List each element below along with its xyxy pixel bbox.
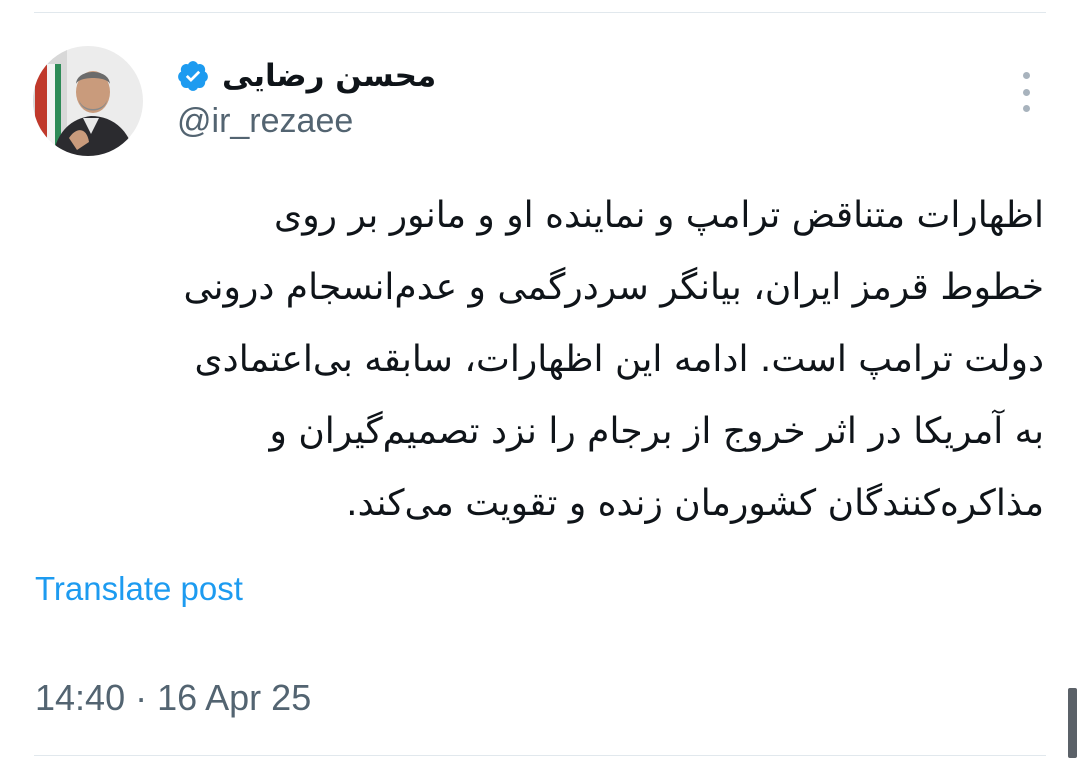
post-timestamp[interactable]: 14:40 · 16 Apr 25 (35, 677, 311, 719)
avatar[interactable] (33, 46, 143, 156)
timestamp-separator: · (125, 677, 158, 718)
post-text-line: به آمریکا در اثر خروج از برجام را نزد تص… (269, 411, 1044, 452)
author-name-row: محسن رضایی (176, 54, 436, 98)
more-options-icon[interactable] (1014, 72, 1038, 112)
translate-post-link[interactable]: Translate post (35, 570, 243, 608)
verified-badge-icon (176, 59, 210, 93)
author-display-name[interactable]: محسن رضایی (222, 58, 436, 94)
post-text-line: مذاکره‌کنندگان کشورمان زنده و تقویت می‌ک… (346, 483, 1044, 524)
post-date[interactable]: 16 Apr 25 (157, 677, 311, 719)
post-text-line: اظهارات متناقض ترامپ و نماینده او و مانو… (274, 195, 1044, 236)
bottom-divider (34, 755, 1046, 756)
scrollbar-thumb[interactable] (1068, 688, 1077, 758)
top-divider (34, 12, 1046, 13)
post-time[interactable]: 14:40 (35, 677, 125, 719)
post-text: اظهارات متناقض ترامپ و نماینده او و مانو… (40, 180, 1044, 540)
post-text-line: خطوط قرمز ایران، بیانگر سردرگمی و عدم‌ان… (183, 267, 1044, 308)
author-handle[interactable]: @ir_rezaee (177, 102, 353, 141)
avatar-image (33, 46, 143, 156)
post-text-line: دولت ترامپ است. ادامه این اظهارات، سابقه… (194, 339, 1045, 380)
